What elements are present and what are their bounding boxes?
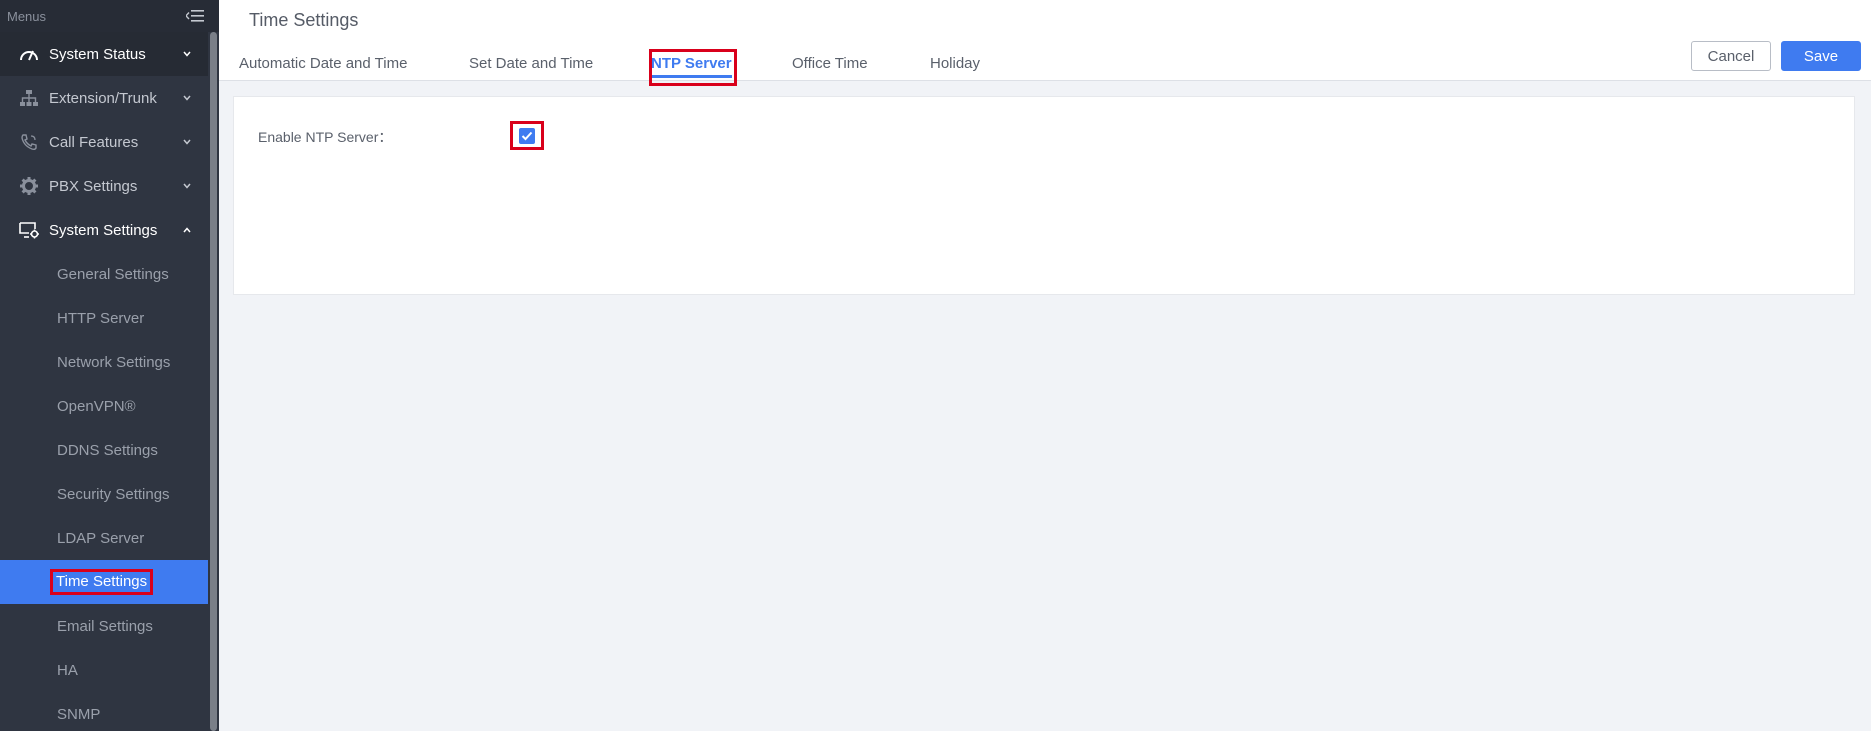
tab-automatic-date-and-time[interactable]: Automatic Date and Time bbox=[239, 50, 469, 78]
save-button[interactable]: Save bbox=[1781, 41, 1861, 71]
sidebar: Menus System Status Extension/Trunk Call… bbox=[0, 0, 219, 731]
gear-icon bbox=[18, 175, 40, 197]
sidebar-item-label: System Status bbox=[49, 45, 146, 63]
chevron-down-icon bbox=[182, 49, 192, 59]
main-content: Time Settings Automatic Date and Time Se… bbox=[219, 0, 1871, 731]
sidebar-item-system-status[interactable]: System Status bbox=[0, 32, 208, 76]
page-title: Time Settings bbox=[249, 10, 359, 30]
tab-label: Office Time bbox=[792, 55, 868, 72]
tab-label: Automatic Date and Time bbox=[239, 55, 408, 72]
enable-ntp-server-checkbox[interactable] bbox=[519, 128, 535, 144]
sidebar-subitem-ddns-settings[interactable]: DDNS Settings bbox=[0, 428, 208, 472]
sidebar-subitem-snmp[interactable]: SNMP bbox=[0, 692, 208, 731]
tab-label: Set Date and Time bbox=[469, 55, 594, 72]
sidebar-item-extension-trunk[interactable]: Extension/Trunk bbox=[0, 76, 208, 120]
ntp-settings-panel: Enable NTP Server： bbox=[233, 96, 1855, 295]
sidebar-subitem-email-settings[interactable]: Email Settings bbox=[0, 604, 208, 648]
sidebar-subitem-network-settings[interactable]: Network Settings bbox=[0, 340, 208, 384]
chevron-up-icon bbox=[182, 225, 192, 235]
phone-icon bbox=[18, 131, 40, 153]
tab-office-time[interactable]: Office Time bbox=[792, 50, 930, 78]
sidebar-item-label: System Settings bbox=[49, 221, 158, 239]
sidebar-subitem-time-settings[interactable]: Time Settings bbox=[0, 560, 208, 604]
enable-ntp-server-label: Enable NTP Server： bbox=[258, 129, 393, 145]
chevron-down-icon bbox=[182, 181, 192, 191]
tab-label: Holiday bbox=[930, 55, 981, 72]
cancel-button[interactable]: Cancel bbox=[1691, 41, 1771, 71]
sidebar-item-label: Call Features bbox=[49, 133, 139, 151]
chevron-down-icon bbox=[182, 93, 192, 103]
sidebar-subitem-label: Time Settings bbox=[50, 569, 154, 595]
gauge-icon bbox=[18, 43, 40, 65]
chevron-down-icon bbox=[182, 137, 192, 147]
sidebar-subitem-openvpn[interactable]: OpenVPN® bbox=[0, 384, 208, 428]
menu-collapse-icon[interactable] bbox=[185, 8, 205, 24]
tab-holiday[interactable]: Holiday bbox=[930, 50, 1010, 78]
sidebar-subitem-general-settings[interactable]: General Settings bbox=[0, 252, 208, 296]
checkmark-icon bbox=[521, 131, 533, 141]
network-icon bbox=[18, 87, 40, 109]
sidebar-item-system-settings[interactable]: System Settings bbox=[0, 208, 208, 252]
tab-highlight-box bbox=[649, 49, 737, 86]
sidebar-scrollbar-thumb[interactable] bbox=[210, 32, 217, 731]
sidebar-item-pbx-settings[interactable]: PBX Settings bbox=[0, 164, 208, 208]
sidebar-item-label: Extension/Trunk bbox=[49, 89, 157, 107]
monitor-gear-icon bbox=[18, 219, 40, 241]
sidebar-scrollbar[interactable] bbox=[208, 32, 219, 731]
tab-bar: Automatic Date and Time Set Date and Tim… bbox=[239, 50, 1010, 78]
sidebar-subitem-ldap-server[interactable]: LDAP Server bbox=[0, 516, 208, 560]
sidebar-subitem-http-server[interactable]: HTTP Server bbox=[0, 296, 208, 340]
tab-set-date-and-time[interactable]: Set Date and Time bbox=[469, 50, 651, 78]
sidebar-nav: System Status Extension/Trunk Call Featu… bbox=[0, 32, 208, 731]
sidebar-item-call-features[interactable]: Call Features bbox=[0, 120, 208, 164]
sidebar-header: Menus bbox=[0, 0, 219, 32]
sidebar-subitem-ha[interactable]: HA bbox=[0, 648, 208, 692]
menus-label: Menus bbox=[7, 8, 47, 24]
sidebar-subitem-security-settings[interactable]: Security Settings bbox=[0, 472, 208, 516]
page-header: Time Settings Automatic Date and Time Se… bbox=[219, 0, 1871, 86]
sidebar-item-label: PBX Settings bbox=[49, 177, 138, 195]
